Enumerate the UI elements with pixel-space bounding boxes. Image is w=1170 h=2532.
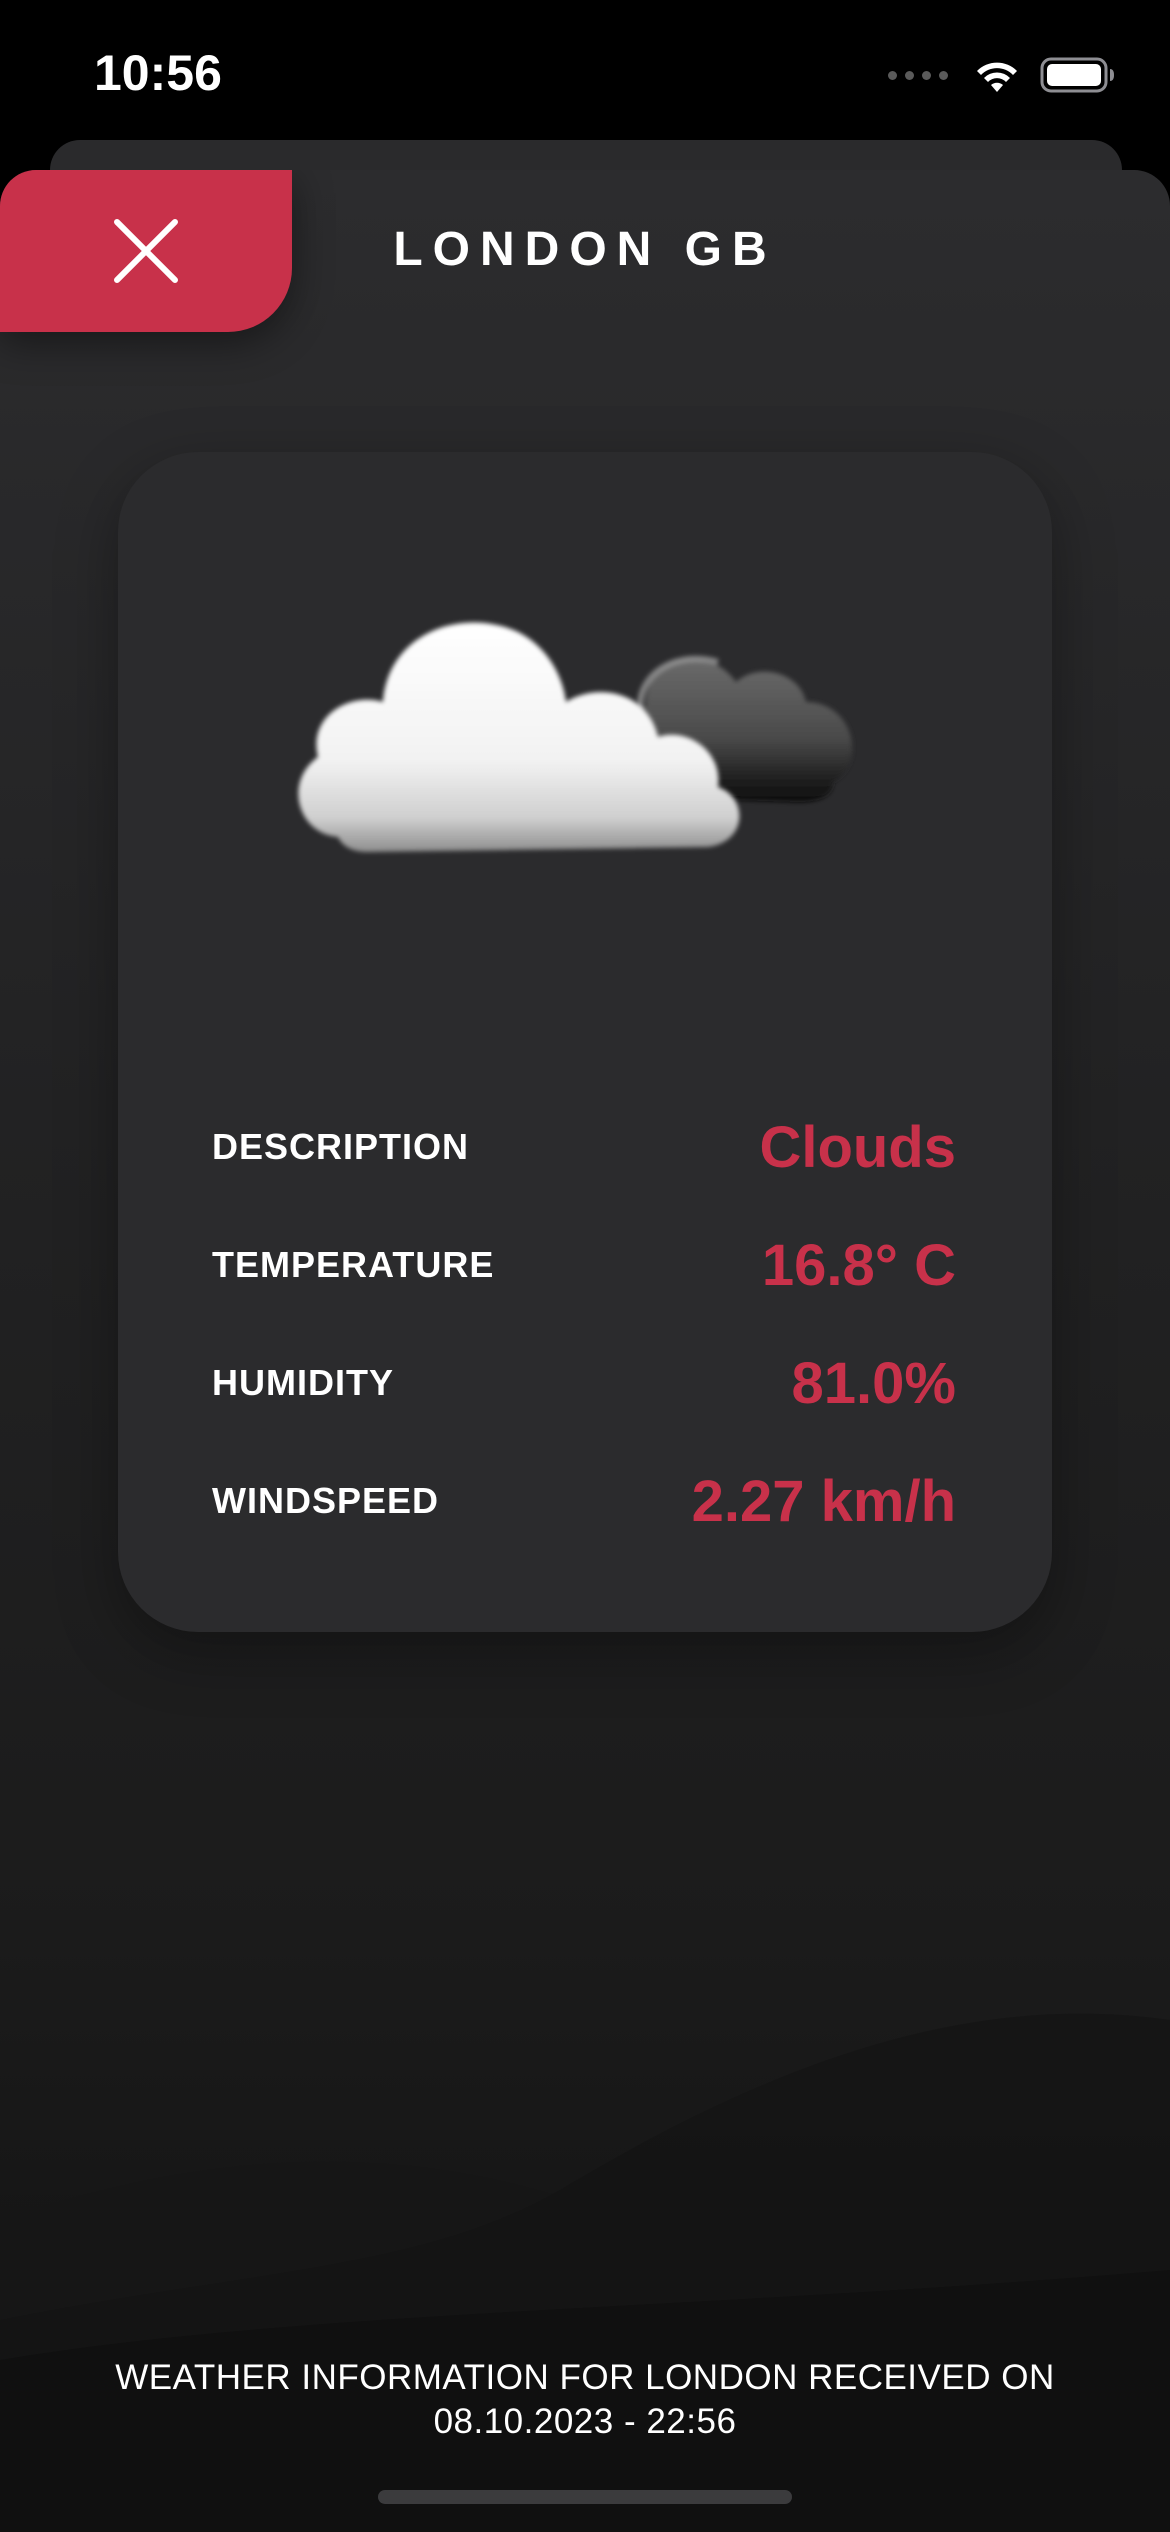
wifi-icon [977, 62, 1017, 92]
weather-card: DESCRIPTION Clouds TEMPERATURE 16.8° C H… [118, 452, 1052, 1632]
cellular-signal-icon [888, 70, 948, 80]
temperature-value: 16.8° C [761, 1232, 956, 1298]
clouds-icon [298, 622, 853, 852]
humidity-value: 81.0% [791, 1350, 956, 1416]
app-screen: 10:56 LONDON GB DESCRIPTION Clouds TEMPE… [0, 0, 1170, 2532]
description-row: DESCRIPTION Clouds [212, 1102, 956, 1192]
received-info-line2: 08.10.2023 - 22:56 [433, 2402, 737, 2441]
humidity-label: HUMIDITY [212, 1362, 394, 1403]
windspeed-value: 2.27 km/h [691, 1468, 956, 1534]
humidity-row: HUMIDITY 81.0% [212, 1338, 956, 1428]
city-title: LONDON GB [393, 223, 777, 276]
received-info-line1: WEATHER INFORMATION FOR LONDON RECEIVED … [115, 2358, 1055, 2397]
status-bar: 10:56 [0, 0, 1170, 140]
home-indicator[interactable] [378, 2490, 792, 2504]
windspeed-label: WINDSPEED [212, 1480, 440, 1521]
description-label: DESCRIPTION [212, 1126, 470, 1167]
status-icons [888, 50, 1116, 100]
received-info: WEATHER INFORMATION FOR LONDON RECEIVED … [60, 2356, 1110, 2444]
temperature-row: TEMPERATURE 16.8° C [212, 1220, 956, 1310]
temperature-label: TEMPERATURE [212, 1244, 495, 1285]
status-time: 10:56 [94, 45, 222, 101]
close-button[interactable] [0, 170, 292, 332]
windspeed-row: WINDSPEED 2.27 km/h [212, 1456, 956, 1546]
description-value: Clouds [759, 1114, 956, 1180]
close-icon [114, 219, 178, 283]
weather-sheet: LONDON GB DESCRIPTION Clouds TEMPERATURE… [0, 170, 1170, 2532]
battery-icon [1040, 57, 1114, 93]
